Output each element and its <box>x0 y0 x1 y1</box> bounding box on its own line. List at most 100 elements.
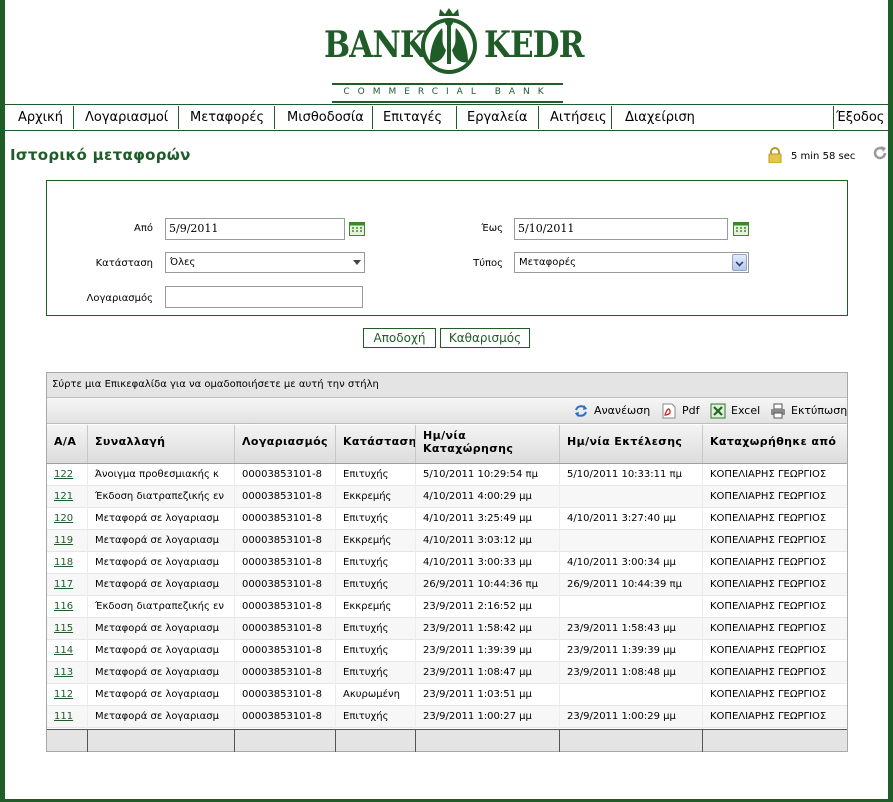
transaction-cell: Μεταφορά σε λογαριασμ <box>87 618 234 640</box>
status-select-value: Όλες <box>170 257 196 268</box>
account-field[interactable] <box>165 286 363 308</box>
row-id-link[interactable]: 111 <box>47 706 87 728</box>
grid-toolbar: Ανανέωση Pdf Excel Εκτύπωση <box>47 398 847 424</box>
refresh-button[interactable]: Ανανέωση <box>573 403 653 419</box>
printer-icon <box>771 403 785 419</box>
nav-item-tools[interactable]: Εργαλεία <box>467 108 527 128</box>
column-header-registered-by[interactable]: Καταχωρήθηκε από <box>702 425 847 463</box>
to-date-label: Έως <box>481 223 503 234</box>
bank-logo[interactable]: BANK KEDR COMMERCIAL BANK <box>324 6 585 103</box>
footer-divider <box>559 730 560 752</box>
table-row[interactable]: 111 Μεταφορά σε λογαριασμ 00003853101-8 … <box>47 706 847 728</box>
status-cell: Επιτυχής <box>335 662 415 684</box>
nav-divider <box>456 106 457 129</box>
execution-date-cell <box>559 486 702 508</box>
row-id-link[interactable]: 113 <box>47 662 87 684</box>
account-label: Λογαριασμός <box>86 293 153 304</box>
registered-by-cell: ΚΟΠΕΛΙΑΡΗΣ ΓΕΩΡΓΙΟΣ <box>702 552 847 574</box>
table-row[interactable]: 116 Έκδοση διατραπεζικής εν 00003853101-… <box>47 596 847 618</box>
registered-by-cell: ΚΟΠΕΛΙΑΡΗΣ ΓΕΩΡΓΙΟΣ <box>702 574 847 596</box>
execution-date-cell: 23/9/2011 1:39:39 μμ <box>559 640 702 662</box>
table-row[interactable]: 114 Μεταφορά σε λογαριασμ 00003853101-8 … <box>47 640 847 662</box>
registration-date-cell: 4/10/2011 4:00:29 μμ <box>415 486 559 508</box>
row-id-link[interactable]: 120 <box>47 508 87 530</box>
nav-item-administration[interactable]: Διαχείριση <box>625 108 695 128</box>
column-header-execution-date[interactable]: Ημ/νία Εκτέλεσης <box>559 425 702 463</box>
registered-by-cell: ΚΟΠΕΛΙΑΡΗΣ ΓΕΩΡΓΙΟΣ <box>702 508 847 530</box>
from-date-field[interactable]: 5/9/2011 <box>165 218 345 240</box>
table-row[interactable]: 112 Μεταφορά σε λογαριασμ 00003853101-8 … <box>47 684 847 706</box>
execution-date-cell: 23/9/2011 1:58:43 μμ <box>559 618 702 640</box>
accept-button[interactable]: Αποδοχή <box>363 328 436 348</box>
registered-by-cell: ΚΟΠΕΛΙΑΡΗΣ ΓΕΩΡΓΙΟΣ <box>702 706 847 728</box>
calendar-icon[interactable] <box>733 222 749 236</box>
type-select[interactable]: Μεταφορές <box>514 252 749 273</box>
table-row[interactable]: 113 Μεταφορά σε λογαριασμ 00003853101-8 … <box>47 662 847 684</box>
row-id-link[interactable]: 112 <box>47 684 87 706</box>
table-row[interactable]: 121 Έκδοση διατραπεζικής εν 00003853101-… <box>47 486 847 508</box>
footer-divider <box>415 730 416 752</box>
from-date-label: Από <box>134 223 153 234</box>
account-cell: 00003853101-8 <box>234 552 335 574</box>
pdf-export-button[interactable]: Pdf <box>661 403 703 419</box>
type-label: Τύπος <box>473 258 503 269</box>
excel-export-button[interactable]: Excel <box>710 403 762 419</box>
column-header-registration-date[interactable]: Ημ/νία Καταχώρησης <box>415 425 559 463</box>
group-by-panel[interactable]: Σύρτε μια Επικεφαλίδα για να ομαδοποιήσε… <box>47 373 847 398</box>
execution-date-cell: 26/9/2011 10:44:39 πμ <box>559 574 702 596</box>
row-id-link[interactable]: 122 <box>47 464 87 486</box>
table-row[interactable]: 122 Άνοιγμα προθεσμιακής κ 00003853101-8… <box>47 464 847 486</box>
main-nav: Αρχική Λογαριασμοί Μεταφορές Μισθοδοσία … <box>5 104 888 131</box>
row-id-link[interactable]: 119 <box>47 530 87 552</box>
calendar-icon[interactable] <box>349 222 365 236</box>
table-row[interactable]: 118 Μεταφορά σε λογαριασμ 00003853101-8 … <box>47 552 847 574</box>
nav-divider <box>73 106 74 129</box>
column-header-account[interactable]: Λογαριασμός <box>234 425 335 463</box>
nav-item-cheques[interactable]: Επιταγές <box>383 108 442 128</box>
registered-by-cell: ΚΟΠΕΛΙΑΡΗΣ ΓΕΩΡΓΙΟΣ <box>702 618 847 640</box>
print-button[interactable]: Εκτύπωση <box>770 403 847 419</box>
logout-link[interactable]: Έξοδος <box>836 108 884 128</box>
nav-item-transfers[interactable]: Μεταφορές <box>190 108 264 128</box>
table-row[interactable]: 117 Μεταφορά σε λογαριασμ 00003853101-8 … <box>47 574 847 596</box>
column-header-aa[interactable]: Α/Α <box>47 425 87 463</box>
grid-header: Α/Α Συναλλαγή Λογαριασμός Κατάσταση Ημ/ν… <box>47 425 847 464</box>
transaction-cell: Μεταφορά σε λογαριασμ <box>87 662 234 684</box>
account-cell: 00003853101-8 <box>234 508 335 530</box>
status-select[interactable]: Όλες <box>165 252 365 273</box>
account-cell: 00003853101-8 <box>234 684 335 706</box>
table-row[interactable]: 120 Μεταφορά σε λογαριασμ 00003853101-8 … <box>47 508 847 530</box>
footer-divider <box>702 730 703 752</box>
transaction-cell: Έκδοση διατραπεζικής εν <box>87 486 234 508</box>
nav-item-accounts[interactable]: Λογαριασμοί <box>85 108 168 128</box>
row-id-link[interactable]: 117 <box>47 574 87 596</box>
footer-divider <box>335 730 336 752</box>
nav-item-payroll[interactable]: Μισθοδοσία <box>287 108 364 128</box>
registration-date-cell: 23/9/2011 1:39:39 μμ <box>415 640 559 662</box>
logo-rule <box>332 83 563 85</box>
type-select-value: Μεταφορές <box>519 257 576 268</box>
row-id-link[interactable]: 121 <box>47 486 87 508</box>
nav-item-home[interactable]: Αρχική <box>18 108 63 128</box>
row-id-link[interactable]: 118 <box>47 552 87 574</box>
dropdown-button[interactable] <box>732 254 747 271</box>
refresh-icon <box>575 405 587 417</box>
column-header-status[interactable]: Κατάσταση <box>335 425 416 463</box>
table-row[interactable]: 115 Μεταφορά σε λογαριασμ 00003853101-8 … <box>47 618 847 640</box>
registered-by-cell: ΚΟΠΕΛΙΑΡΗΣ ΓΕΩΡΓΙΟΣ <box>702 684 847 706</box>
to-date-field[interactable]: 5/10/2011 <box>514 218 728 240</box>
account-cell: 00003853101-8 <box>234 706 335 728</box>
nav-item-requests[interactable]: Αιτήσεις <box>550 108 607 128</box>
row-id-link[interactable]: 116 <box>47 596 87 618</box>
row-id-link[interactable]: 114 <box>47 640 87 662</box>
column-header-transaction[interactable]: Συναλλαγή <box>87 425 234 463</box>
excel-icon <box>710 403 726 419</box>
table-row[interactable]: 119 Μεταφορά σε λογαριασμ 00003853101-8 … <box>47 530 847 552</box>
logo-tagline: COMMERCIAL BANK <box>343 87 552 97</box>
clear-button[interactable]: Καθαρισμός <box>440 328 530 348</box>
account-cell: 00003853101-8 <box>234 640 335 662</box>
transaction-cell: Μεταφορά σε λογαριασμ <box>87 552 234 574</box>
row-id-link[interactable]: 115 <box>47 618 87 640</box>
refresh-icon[interactable] <box>871 144 889 162</box>
grid-footer <box>47 729 847 752</box>
